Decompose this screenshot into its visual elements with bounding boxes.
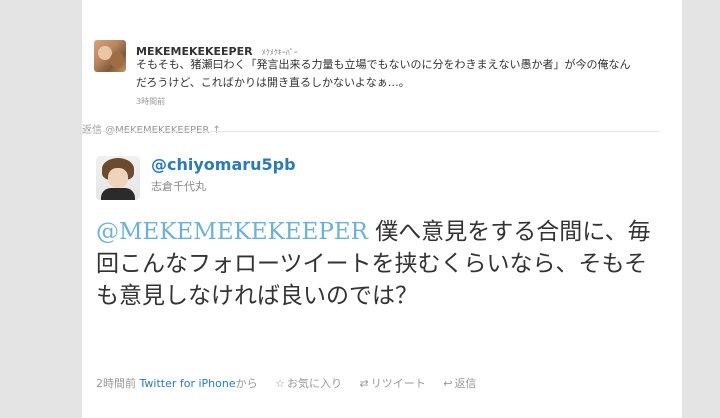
mention-link[interactable]: @MEKEMEKEKEEPER: [96, 219, 368, 245]
divider: [82, 131, 660, 132]
main-timestamp[interactable]: 2時間前: [96, 377, 136, 390]
favorite-button[interactable]: ☆ お気に入り: [275, 377, 342, 390]
parent-timestamp[interactable]: 3時間前: [136, 96, 165, 107]
in-reply-to-link[interactable]: 返信 @MEKEMEKEKEEPER ↑: [82, 121, 660, 136]
retweet-button[interactable]: ⇄ リツイート: [360, 377, 426, 390]
parent-tweet-text: そもそも、猪瀬曰わく「発言出来る力量も立場でもないのに分をわきまえない愚か者」が…: [136, 58, 631, 89]
retweet-icon: ⇄: [359, 377, 369, 390]
star-icon: ☆: [275, 377, 285, 390]
parent-avatar[interactable]: [94, 40, 126, 72]
main-avatar[interactable]: [96, 156, 140, 200]
main-display-name: 志倉千代丸: [151, 180, 206, 193]
reply-button[interactable]: ↩ 返信: [443, 377, 476, 390]
tweet-panel: MEKEMEKEKEEPER ﾒｸﾒｸｷｰﾊﾟｰ そもそも、猪瀬曰わく「発言出来…: [82, 0, 682, 418]
main-tweet-text: @MEKEMEKEKEEPER 僕へ意見をする合間に、毎回こんなフォローツイート…: [96, 216, 656, 312]
main-screen-name[interactable]: @chiyomaru5pb: [151, 155, 296, 174]
source-link[interactable]: Twitter for iPhone: [140, 377, 236, 390]
reply-icon: ↩: [443, 377, 453, 390]
tweet-meta: 2時間前 Twitter for iPhoneから ☆ お気に入り ⇄ リツイート …: [96, 375, 666, 391]
source-suffix: から: [235, 377, 258, 390]
